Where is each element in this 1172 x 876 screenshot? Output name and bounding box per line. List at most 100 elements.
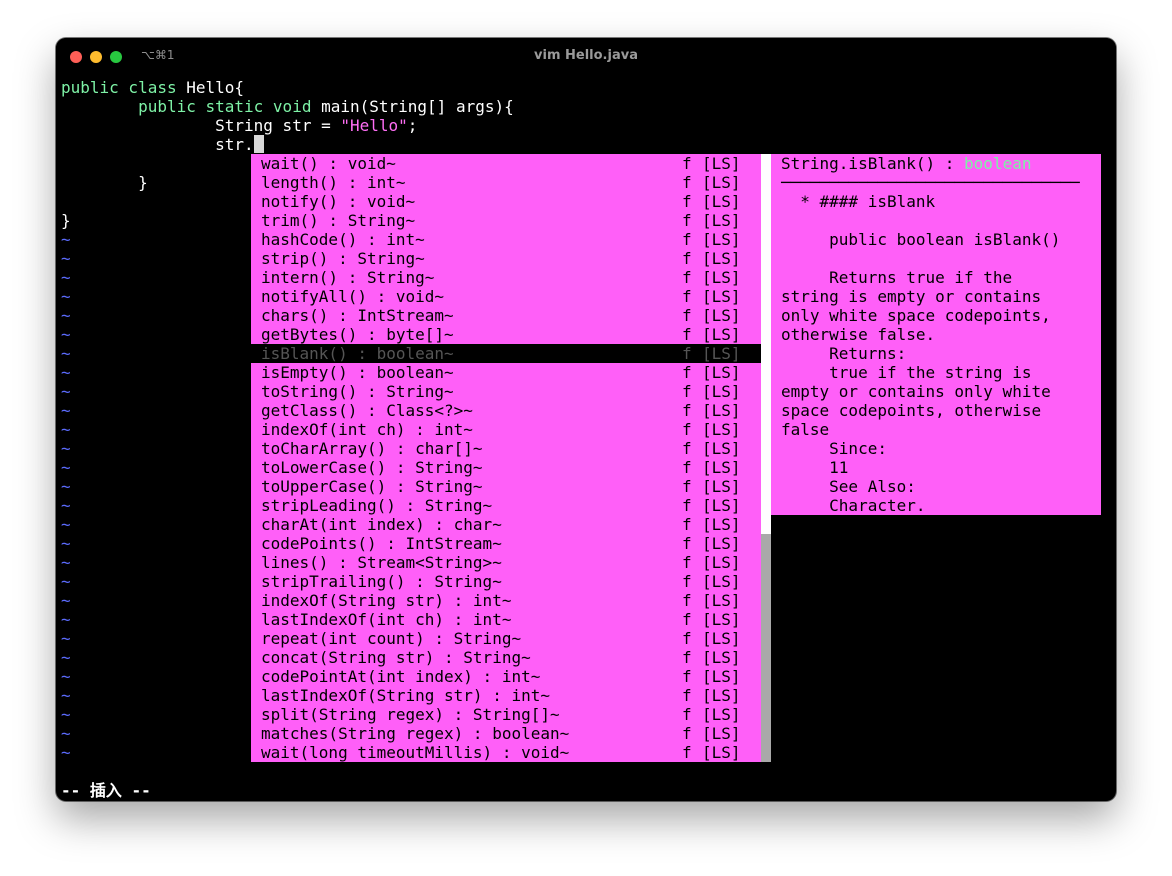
completion-item[interactable]: wait() : void~ f [LS] xyxy=(251,154,761,173)
completion-item-kind: f xyxy=(682,515,692,534)
title-bar[interactable]: ⌥⌘1 vim Hello.java xyxy=(56,38,1116,75)
completion-item-source: [LS] xyxy=(702,629,741,648)
completion-item-source: [LS] xyxy=(702,344,741,363)
completion-item[interactable]: indexOf(int ch) : int~ f [LS] xyxy=(251,420,761,439)
completion-item-label: getClass() : Class<?>~ xyxy=(261,401,473,420)
completion-item[interactable]: chars() : IntStream~ f [LS] xyxy=(251,306,761,325)
completion-item[interactable]: isEmpty() : boolean~ f [LS] xyxy=(251,363,761,382)
completion-item-kind: f xyxy=(682,553,692,572)
completion-item-label: codePoints() : IntStream~ xyxy=(261,534,502,553)
tilde-marker: ~ xyxy=(61,629,71,648)
completion-item-source: [LS] xyxy=(702,192,741,211)
code-string: "Hello" xyxy=(340,116,408,135)
doc-line: See Also: xyxy=(781,477,916,496)
tilde-marker: ~ xyxy=(61,325,71,344)
completion-item-source: [LS] xyxy=(702,496,741,515)
completion-item-label: lastIndexOf(int ch) : int~ xyxy=(261,610,512,629)
completion-item[interactable]: split(String regex) : String[]~ f [LS] xyxy=(251,705,761,724)
completion-item-kind: f xyxy=(682,325,692,344)
tilde-marker: ~ xyxy=(61,686,71,705)
completion-item[interactable]: isBlank() : boolean~ f [LS] xyxy=(251,344,761,363)
completion-item[interactable]: intern() : String~ f [LS] xyxy=(251,268,761,287)
completion-item-label: repeat(int count) : String~ xyxy=(261,629,522,648)
completion-item[interactable]: toUpperCase() : String~ f [LS] xyxy=(251,477,761,496)
completion-item[interactable]: concat(String str) : String~ f [LS] xyxy=(251,648,761,667)
completion-scrollbar[interactable] xyxy=(761,154,771,762)
completion-item-kind: f xyxy=(682,230,692,249)
completion-item-kind: f xyxy=(682,629,692,648)
completion-item-label: isEmpty() : boolean~ xyxy=(261,363,454,382)
completion-item[interactable]: hashCode() : int~ f [LS] xyxy=(251,230,761,249)
completion-item[interactable]: charAt(int index) : char~ f [LS] xyxy=(251,515,761,534)
tilde-marker: ~ xyxy=(61,306,71,325)
tilde-marker: ~ xyxy=(61,363,71,382)
completion-item-source: [LS] xyxy=(702,154,741,173)
completion-item[interactable]: codePoints() : IntStream~ f [LS] xyxy=(251,534,761,553)
code-text: String str = xyxy=(215,116,341,135)
completion-item-kind: f xyxy=(682,382,692,401)
code-line: public class Hello{ xyxy=(61,78,244,97)
completion-popup[interactable]: wait() : void~ f [LS] length() : int~ f [LS] n… xyxy=(251,154,761,762)
doc-signature: String.isBlank() : boolean xyxy=(781,154,1031,173)
completion-item[interactable]: getClass() : Class<?>~ f [LS] xyxy=(251,401,761,420)
completion-item[interactable]: repeat(int count) : String~ f [LS] xyxy=(251,629,761,648)
completion-item[interactable]: length() : int~ f [LS] xyxy=(251,173,761,192)
completion-item[interactable]: wait(long timeoutMillis) : void~ f [LS] xyxy=(251,743,761,762)
doc-line: otherwise false. xyxy=(781,325,936,344)
completion-item-kind: f xyxy=(682,705,692,724)
completion-item-kind: f xyxy=(682,211,692,230)
scrollbar-thumb[interactable] xyxy=(761,534,771,762)
completion-item-kind: f xyxy=(682,477,692,496)
completion-item-label: getBytes() : byte[]~ xyxy=(261,325,454,344)
code-line: } xyxy=(61,173,148,192)
code-text: } xyxy=(138,173,148,192)
completion-item[interactable]: notify() : void~ f [LS] xyxy=(251,192,761,211)
doc-line: string is empty or contains xyxy=(781,287,1042,306)
completion-item[interactable]: notifyAll() : void~ f [LS] xyxy=(251,287,761,306)
doc-line: true if the string is xyxy=(781,363,1032,382)
completion-item-source: [LS] xyxy=(702,268,741,287)
doc-line: Since: xyxy=(781,439,887,458)
completion-item[interactable]: indexOf(String str) : int~ f [LS] xyxy=(251,591,761,610)
completion-item[interactable]: stripLeading() : String~ f [LS] xyxy=(251,496,761,515)
completion-item-source: [LS] xyxy=(702,306,741,325)
completion-item-label: split(String regex) : String[]~ xyxy=(261,705,560,724)
doc-line: only white space codepoints, xyxy=(781,306,1051,325)
code-text: Hello{ xyxy=(176,78,245,97)
tilde-marker: ~ xyxy=(61,496,71,515)
completion-item-label: toUpperCase() : String~ xyxy=(261,477,483,496)
completion-item[interactable]: codePointAt(int index) : int~ f [LS] xyxy=(251,667,761,686)
doc-line: space codepoints, otherwise xyxy=(781,401,1042,420)
completion-item[interactable]: stripTrailing() : String~ f [LS] xyxy=(251,572,761,591)
terminal-window: ⌥⌘1 vim Hello.java public class Hello{ p… xyxy=(56,38,1116,801)
completion-item[interactable]: lastIndexOf(String str) : int~ f [LS] xyxy=(251,686,761,705)
tilde-marker: ~ xyxy=(61,724,71,743)
mode-indicator: -- 插入 -- xyxy=(61,781,151,800)
completion-item[interactable]: toString() : String~ f [LS] xyxy=(251,382,761,401)
completion-item[interactable]: toLowerCase() : String~ f [LS] xyxy=(251,458,761,477)
completion-item-label: indexOf(String str) : int~ xyxy=(261,591,512,610)
completion-item-source: [LS] xyxy=(702,363,741,382)
completion-item-source: [LS] xyxy=(702,743,741,762)
completion-item[interactable]: lastIndexOf(int ch) : int~ f [LS] xyxy=(251,610,761,629)
completion-item-kind: f xyxy=(682,154,692,173)
completion-item-kind: f xyxy=(682,572,692,591)
completion-item-source: [LS] xyxy=(702,667,741,686)
completion-item-source: [LS] xyxy=(702,458,741,477)
completion-item[interactable]: matches(String regex) : boolean~ f [LS] xyxy=(251,724,761,743)
doc-line: Character. xyxy=(781,496,926,515)
completion-item-source: [LS] xyxy=(702,211,741,230)
completion-item[interactable]: strip() : String~ f [LS] xyxy=(251,249,761,268)
doc-signature-text: String.isBlank() : xyxy=(781,154,965,173)
completion-item[interactable]: lines() : Stream<String>~ f [LS] xyxy=(251,553,761,572)
completion-item-kind: f xyxy=(682,610,692,629)
completion-item-source: [LS] xyxy=(702,401,741,420)
completion-item-kind: f xyxy=(682,686,692,705)
completion-item[interactable]: trim() : String~ f [LS] xyxy=(251,211,761,230)
completion-item-source: [LS] xyxy=(702,325,741,344)
completion-item-source: [LS] xyxy=(702,591,741,610)
completion-item[interactable]: toCharArray() : char[]~ f [LS] xyxy=(251,439,761,458)
completion-item[interactable]: getBytes() : byte[]~ f [LS] xyxy=(251,325,761,344)
completion-item-source: [LS] xyxy=(702,553,741,572)
completion-item-source: [LS] xyxy=(702,572,741,591)
